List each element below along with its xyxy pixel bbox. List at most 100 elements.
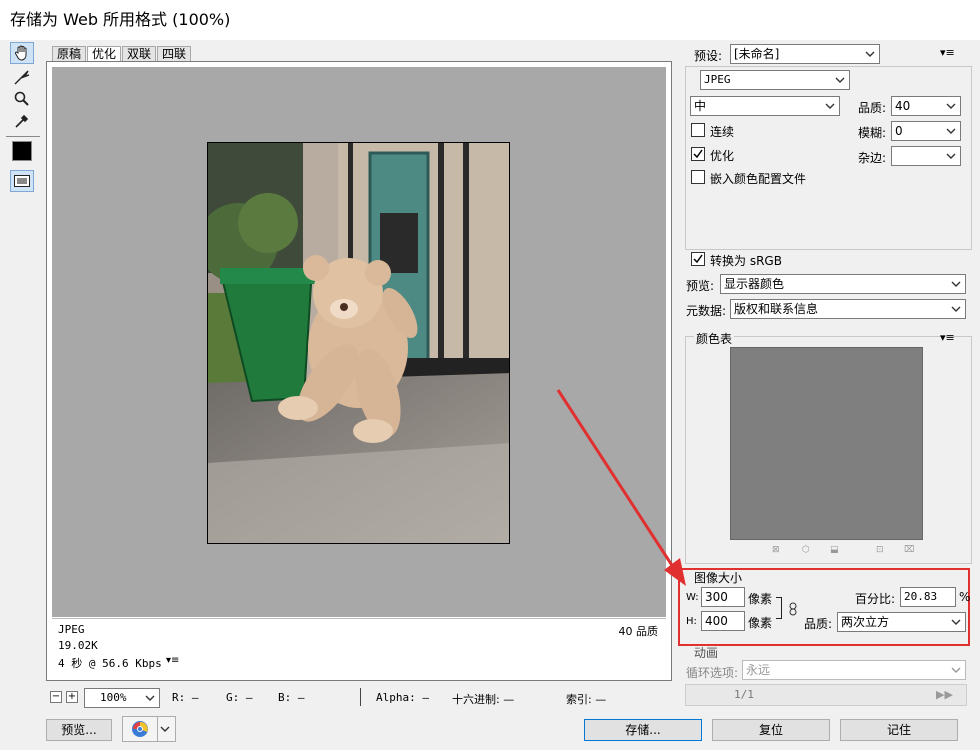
- eyedropper-color-swatch[interactable]: [10, 140, 34, 162]
- resample-value: 两次立方: [841, 615, 890, 629]
- width-label: W:: [686, 592, 699, 603]
- constrain-bracket: [776, 597, 782, 619]
- chevron-down-icon: [946, 103, 956, 109]
- optimized-label: 优化: [710, 149, 735, 163]
- chevron-down-icon: [160, 726, 170, 732]
- tab-original[interactable]: 原稿: [52, 46, 87, 62]
- metadata-select[interactable]: 版权和联系信息: [730, 299, 966, 319]
- chevron-down-icon: [951, 306, 961, 312]
- height-unit: 像素: [748, 616, 773, 630]
- chevron-down-icon: [825, 103, 835, 109]
- blur-label: 模糊:: [858, 126, 887, 140]
- tab-optimized[interactable]: 优化: [87, 46, 122, 62]
- embed-profile-label: 嵌入颜色配置文件: [710, 172, 807, 186]
- remember-button[interactable]: 记住: [840, 719, 958, 741]
- zoom-out-icon[interactable]: −: [50, 691, 62, 703]
- chevron-down-icon: [946, 128, 956, 134]
- height-label: H:: [686, 616, 697, 627]
- chevron-down-icon: [951, 281, 961, 287]
- checkmark-icon: [693, 149, 703, 159]
- quality-value: 40: [895, 99, 911, 113]
- quality-label: 品质:: [858, 101, 887, 115]
- color-table-menu-icon[interactable]: ▾≡: [940, 331, 955, 344]
- percent-input[interactable]: 20.83: [900, 587, 956, 607]
- chevron-down-icon: [951, 667, 961, 673]
- resample-label: 品质:: [804, 617, 833, 631]
- zoom-icon[interactable]: [10, 88, 34, 110]
- progressive-label: 连续: [710, 125, 735, 139]
- browser-icon: [132, 721, 148, 737]
- loop-label: 循环选项:: [686, 666, 739, 680]
- hand-tool-icon[interactable]: [10, 42, 34, 64]
- preview-button[interactable]: 预览...: [46, 719, 112, 741]
- readout-g: G: —: [226, 691, 253, 704]
- map-transparency-icon[interactable]: ⊠: [772, 545, 780, 555]
- toggle-slices-icon[interactable]: [10, 170, 34, 192]
- preset-value: [未命名]: [734, 47, 780, 61]
- percent-unit: %: [959, 590, 971, 604]
- trash-icon[interactable]: ⌧: [904, 545, 914, 555]
- width-unit: 像素: [748, 592, 773, 606]
- chevron-down-icon: [946, 153, 956, 159]
- height-input[interactable]: 400: [701, 611, 745, 631]
- view-tabs: 原稿 优化 双联 四联: [52, 46, 192, 62]
- tab-4up[interactable]: 四联: [157, 46, 192, 62]
- zoom-value: 100%: [100, 691, 127, 704]
- checkmark-icon: [693, 254, 703, 264]
- info-format: JPEG: [58, 623, 85, 636]
- window-title: 存储为 Web 所用格式 (100%): [0, 0, 980, 40]
- status-bar: − + 100% R: — G: — B: — Alpha: — 十六进制: —…: [46, 688, 672, 708]
- resample-select[interactable]: 两次立方: [837, 612, 966, 632]
- info-quality: 40 品质: [618, 625, 659, 638]
- preset-select[interactable]: [未命名]: [730, 44, 880, 64]
- embed-profile-checkbox[interactable]: [691, 170, 705, 184]
- color-table-tools: ⊠ ⬡ ⬓ ⊡ ⌧: [772, 545, 922, 557]
- tab-2up[interactable]: 双联: [122, 46, 157, 62]
- readout-b: B: —: [278, 691, 305, 704]
- image-size-title: 图像大小: [694, 571, 743, 585]
- slice-select-icon[interactable]: [10, 66, 34, 88]
- blur-input[interactable]: 0: [891, 121, 961, 141]
- reset-button[interactable]: 复位: [712, 719, 830, 741]
- preview-image: [207, 142, 510, 544]
- info-size: 19.02K: [58, 639, 98, 652]
- next-frame-icon[interactable]: ▶▶: [936, 688, 953, 701]
- metadata-value: 版权和联系信息: [734, 302, 819, 316]
- info-download-time: 4 秒 @ 56.6 Kbps: [58, 657, 162, 670]
- optimized-checkbox[interactable]: [691, 147, 705, 161]
- browser-select[interactable]: [122, 716, 176, 742]
- loop-value: 永远: [746, 663, 771, 677]
- convert-srgb-checkbox[interactable]: [691, 252, 705, 266]
- preview-label: 预览:: [686, 279, 715, 293]
- panel-menu-icon[interactable]: ▾≡: [940, 46, 955, 59]
- chevron-down-icon: [835, 77, 845, 83]
- lock-color-icon[interactable]: ⬓: [830, 545, 839, 555]
- preview-value: 显示器颜色: [724, 277, 785, 291]
- web-shift-icon[interactable]: ⬡: [802, 545, 810, 555]
- quality-level-value: 中: [694, 99, 707, 113]
- info-menu-icon[interactable]: ▾≡: [166, 655, 179, 666]
- link-icon[interactable]: [788, 602, 798, 619]
- new-color-icon[interactable]: ⊡: [876, 545, 884, 555]
- loop-select[interactable]: 永远: [742, 660, 966, 680]
- eyedropper-icon[interactable]: [10, 110, 34, 132]
- quality-level-select[interactable]: 中: [690, 96, 840, 116]
- color-table-swatches[interactable]: [730, 347, 923, 540]
- width-input[interactable]: 300: [701, 587, 745, 607]
- matte-label: 杂边:: [858, 151, 887, 165]
- chevron-down-icon: [865, 51, 875, 57]
- matte-select[interactable]: [891, 146, 961, 166]
- progressive-checkbox[interactable]: [691, 123, 705, 137]
- preview-select[interactable]: 显示器颜色: [720, 274, 966, 294]
- format-select[interactable]: JPEG: [700, 70, 850, 90]
- save-button[interactable]: 存储...: [584, 719, 702, 741]
- convert-srgb-label: 转换为 sRGB: [710, 254, 782, 268]
- chevron-down-icon: [951, 619, 961, 625]
- optimization-info: JPEG 19.02K 4 秒 @ 56.6 Kbps ▾≡ 40 品质: [52, 618, 666, 674]
- animation-title: 动画: [694, 646, 719, 660]
- zoom-select[interactable]: 100%: [84, 688, 160, 708]
- readout-hex: 十六进制: —: [452, 693, 515, 706]
- zoom-in-icon[interactable]: +: [66, 691, 78, 703]
- quality-input[interactable]: 40: [891, 96, 961, 116]
- color-table-title: 颜色表: [694, 330, 735, 347]
